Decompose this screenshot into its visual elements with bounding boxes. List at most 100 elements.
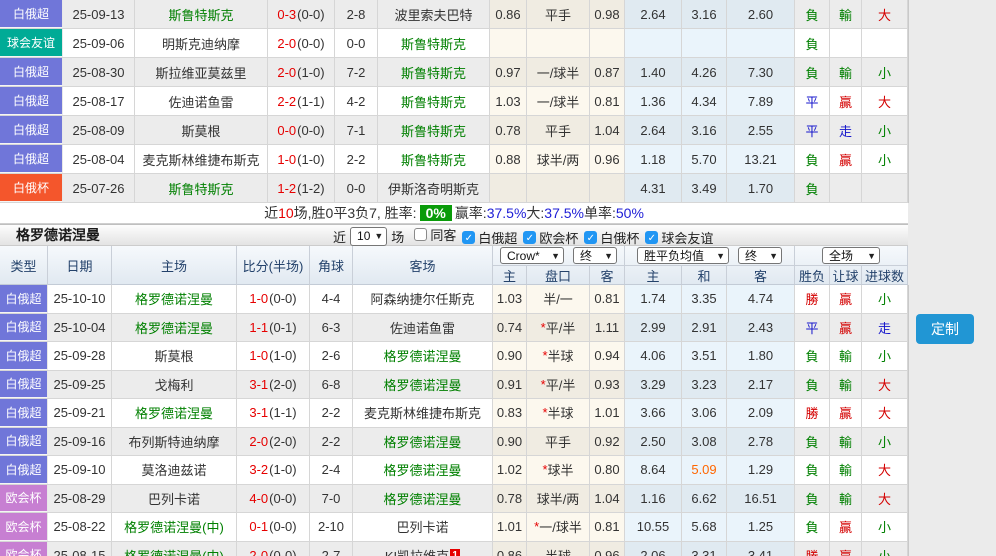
home-team[interactable]: 斯拉维亚莫兹里	[135, 58, 268, 86]
home-team[interactable]: 格罗德诺涅曼(中)	[112, 542, 237, 556]
away-team[interactable]: 格罗德诺涅曼	[353, 456, 493, 484]
away-team[interactable]: 斯鲁特斯克	[378, 58, 490, 86]
filter-checkbox[interactable]: ✓	[645, 231, 658, 244]
away-team[interactable]: 格罗德诺涅曼	[353, 342, 493, 370]
away-team-name: 麦克斯林维捷布斯克	[364, 403, 481, 422]
result-goals: 大	[862, 485, 908, 513]
away-team[interactable]: 巴列卡诺	[353, 513, 493, 541]
home-team[interactable]: 布列斯特迪纳摩	[112, 428, 237, 456]
away-team[interactable]: 斯鲁特斯克	[378, 145, 490, 173]
avg-odds-value: 1.36	[640, 94, 665, 109]
red-card-badge: 1	[450, 549, 460, 556]
away-team[interactable]: KI凯拉维克1	[353, 542, 493, 556]
handicap-away-odds: 0.81	[590, 285, 625, 313]
header-col-label: 类型	[0, 246, 48, 285]
header-sub-label: 主	[625, 266, 682, 284]
customize-button[interactable]: 定制	[916, 314, 974, 344]
header-sub-label: 胜负	[795, 266, 830, 284]
home-team[interactable]: 巴列卡诺	[112, 485, 237, 513]
away-team[interactable]: 佐迪诺鱼雷	[353, 314, 493, 342]
result-goals: 小	[862, 58, 908, 86]
header-col-label: 比分(半场)	[237, 246, 310, 285]
result-goals: 小	[862, 428, 908, 456]
handicap-star: *	[534, 519, 539, 534]
home-team[interactable]: 戈梅利	[112, 371, 237, 399]
avg-odds-type-select[interactable]: 胜平负均值▼	[637, 247, 729, 264]
home-team[interactable]: 莫洛迪兹诺	[112, 456, 237, 484]
home-team[interactable]: 斯莫根	[112, 342, 237, 370]
avg-odds-value: 3.29	[640, 377, 665, 392]
home-team[interactable]: 格罗德诺涅曼	[112, 314, 237, 342]
match-score: 4-0(0-0)	[237, 485, 310, 513]
home-team[interactable]: 斯莫根	[135, 116, 268, 144]
away-team[interactable]: 麦克斯林维捷布斯克	[353, 399, 493, 427]
away-team-name: 阿森纳捷尔任斯克	[370, 289, 474, 308]
home-team[interactable]: 明斯克迪纳摩	[135, 29, 268, 57]
handicap-home-odds: 1.03	[490, 87, 527, 115]
filter-checkbox[interactable]: ✓	[523, 231, 536, 244]
handicap-away-odds: 0.80	[590, 456, 625, 484]
match-score: 0-0(0-0)	[268, 116, 335, 144]
home-team[interactable]: 斯鲁特斯克	[135, 0, 268, 28]
filter-checkbox[interactable]: ✓	[462, 231, 475, 244]
filter-checkbox[interactable]: ✓	[584, 231, 597, 244]
recent-count-select[interactable]: 10 ▼	[350, 227, 387, 246]
final-avg-select[interactable]: 终▼	[738, 247, 782, 264]
home-team[interactable]: 佐迪诺鱼雷	[135, 87, 268, 115]
league-badge: 白俄超	[0, 87, 63, 115]
handicap-home-odds: 1.03	[493, 285, 527, 313]
result-goals: 小	[862, 542, 908, 556]
away-team-name: KI凯拉维克	[385, 546, 449, 556]
league-badge: 白俄超	[0, 456, 48, 484]
halftime-score: (1-1)	[297, 94, 324, 109]
header-col-label: 客场	[353, 246, 493, 285]
match-date: 25-09-06	[63, 29, 135, 57]
result-handicap: 贏	[830, 145, 862, 173]
away-team[interactable]: 格罗德诺涅曼	[353, 485, 493, 513]
handicap-home-odds	[490, 29, 527, 57]
result-goals: 大	[862, 87, 908, 115]
avg-odds-value: 3.31	[691, 548, 716, 556]
avg-odds-value: 2.50	[640, 434, 665, 449]
select-value: 全场	[829, 247, 853, 264]
away-team[interactable]: 斯鲁特斯克	[378, 87, 490, 115]
header-col-label: 日期	[48, 246, 112, 285]
handicap-star: *	[541, 377, 546, 392]
home-team[interactable]: 麦克斯林维捷布斯克	[135, 145, 268, 173]
away-team[interactable]: 斯鲁特斯克	[378, 116, 490, 144]
summary-segment: 近	[264, 203, 278, 223]
result-handicap: 贏	[830, 513, 862, 541]
away-team[interactable]: 波里索夫巴特	[378, 0, 490, 28]
away-team[interactable]: 格罗德诺涅曼	[353, 428, 493, 456]
corner-count: 2-10	[310, 513, 353, 541]
fulltime-score: 2-0	[277, 36, 296, 51]
match-date: 25-09-25	[48, 371, 112, 399]
result-goals	[862, 29, 908, 57]
match-date: 25-08-04	[63, 145, 135, 173]
avg-odds-value: 1.74	[640, 291, 665, 306]
match-scope-select[interactable]: 全场▼	[822, 247, 880, 264]
away-team[interactable]: 格罗德诺涅曼	[353, 371, 493, 399]
filter-checkbox[interactable]	[414, 228, 427, 241]
handicap-line	[527, 174, 590, 202]
away-team[interactable]: 阿森纳捷尔任斯克	[353, 285, 493, 313]
away-team[interactable]: 伊斯洛奇明斯克	[378, 174, 490, 202]
avg-odds-value: 1.18	[640, 152, 665, 167]
away-team[interactable]: 斯鲁特斯克	[378, 29, 490, 57]
home-team[interactable]: 格罗德诺涅曼(中)	[112, 513, 237, 541]
home-team[interactable]: 格罗德诺涅曼	[112, 399, 237, 427]
avg-odds-value: 16.51	[744, 491, 777, 506]
avg-away-odds: 13.21	[727, 145, 795, 173]
odds-company-select[interactable]: Crow*▼	[500, 247, 564, 264]
handicap-star: *	[542, 348, 547, 363]
match-score: 2-0(2-0)	[237, 428, 310, 456]
final-odds-select[interactable]: 终▼	[573, 247, 617, 264]
home-team[interactable]: 格罗德诺涅曼	[112, 285, 237, 313]
avg-home-odds: 1.18	[625, 145, 682, 173]
select-value: 终	[580, 247, 592, 264]
home-team[interactable]: 斯鲁特斯克	[135, 174, 268, 202]
match-row: 白俄超25-10-04格罗德诺涅曼1-1(0-1)6-3佐迪诺鱼雷0.74*平/…	[0, 314, 908, 343]
match-row: 白俄超25-08-17佐迪诺鱼雷2-2(1-1)4-2斯鲁特斯克1.03一/球半…	[0, 87, 908, 116]
avg-draw-odds: 3.06	[682, 399, 727, 427]
avg-away-odds: 4.74	[727, 285, 795, 313]
